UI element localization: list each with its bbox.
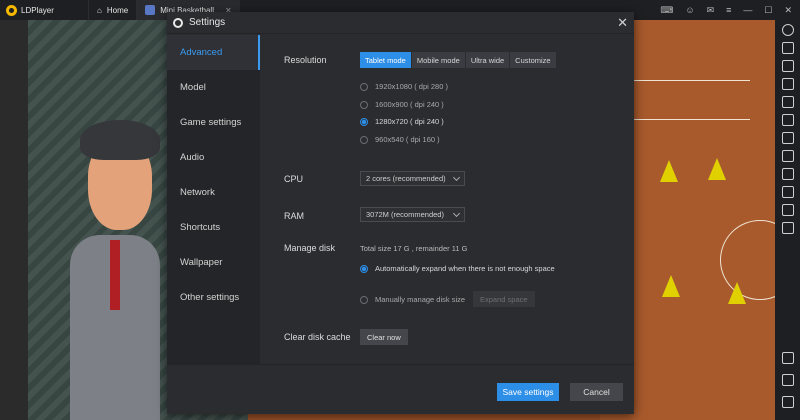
nav-item-network[interactable]: Network — [167, 175, 260, 210]
ram-value: 3072M (recommended) — [366, 210, 444, 219]
clear-cache-label: Clear disk cache — [284, 332, 351, 342]
apk-install-icon[interactable] — [781, 150, 794, 162]
dialog-title: Settings — [189, 17, 226, 28]
window-close-icon[interactable]: ✕ — [784, 5, 792, 16]
settings-content: Resolution Tablet mode Mobile mode Ultra… — [260, 35, 634, 364]
scissors-icon[interactable] — [781, 168, 794, 180]
cone — [660, 160, 678, 182]
save-settings-button[interactable]: Save settings — [497, 383, 559, 401]
window-controls: ⌨ ☺ ✉ ≡ — ☐ ✕ — [660, 5, 800, 16]
character-tie — [110, 240, 120, 310]
record-icon[interactable] — [781, 186, 794, 198]
disk-manual-label: Manually manage disk size — [375, 295, 466, 304]
manage-disk-label: Manage disk — [284, 243, 336, 253]
settings-gear-icon[interactable] — [781, 24, 794, 36]
account-icon[interactable]: ☺ — [685, 5, 694, 15]
screenshot-icon[interactable] — [781, 132, 794, 144]
resolution-mode-selector: Tablet mode Mobile mode Ultra wide Custo… — [360, 52, 557, 68]
radio-icon — [360, 135, 368, 144]
tab-home[interactable]: ⌂ Home — [88, 0, 136, 20]
app-name: LDPlayer — [21, 5, 54, 15]
minimize-icon[interactable]: — — [743, 5, 752, 15]
ram-select[interactable]: 3072M (recommended) — [360, 207, 465, 222]
resolution-option-selected[interactable]: 1280x720 ( dpi 240 ) — [360, 117, 444, 126]
ldplayer-logo-icon — [6, 4, 17, 16]
mode-customize-button[interactable]: Customize — [510, 52, 557, 68]
nav-item-wallpaper[interactable]: Wallpaper — [167, 245, 260, 280]
more-icon[interactable] — [781, 222, 794, 234]
nav-item-game-settings[interactable]: Game settings — [167, 105, 260, 140]
resolution-option[interactable]: 1600x900 ( dpi 240 ) — [360, 100, 444, 109]
background-wall — [0, 20, 28, 420]
resolution-option-label: 1280x720 ( dpi 240 ) — [375, 117, 444, 126]
recents-icon[interactable] — [781, 396, 794, 408]
cpu-select[interactable]: 2 cores (recommended) — [360, 171, 465, 186]
settings-dialog: Settings ✕ Advanced Model Game settings … — [167, 12, 634, 414]
chevron-down-icon — [452, 173, 461, 182]
disk-size-info: Total size 17 G , remainder 11 G — [360, 244, 468, 253]
cancel-button[interactable]: Cancel — [570, 383, 623, 401]
disk-manual-option[interactable]: Manually manage disk size — [360, 295, 465, 304]
gear-icon — [173, 17, 183, 28]
ram-label: RAM — [284, 211, 304, 221]
nav-item-other-settings[interactable]: Other settings — [167, 280, 260, 315]
resolution-option[interactable]: 1920x1080 ( dpi 280 ) — [360, 82, 448, 91]
nav-item-shortcuts[interactable]: Shortcuts — [167, 210, 260, 245]
clear-now-button[interactable]: Clear now — [360, 329, 408, 345]
gamepad-icon[interactable]: ⌨ — [660, 5, 673, 16]
expand-space-button[interactable]: Expand space — [473, 291, 535, 307]
resolution-label: Resolution — [284, 55, 327, 65]
mode-ultrawide-button[interactable]: Ultra wide — [465, 52, 511, 68]
nav-item-advanced[interactable]: Advanced — [167, 35, 260, 70]
fullscreen-icon[interactable] — [781, 96, 794, 108]
settings-nav: Advanced Model Game settings Audio Netwo… — [167, 35, 260, 364]
radio-icon — [360, 82, 368, 91]
radio-icon — [360, 100, 368, 109]
court-line — [620, 80, 750, 120]
game-thumbnail-icon — [145, 5, 156, 15]
right-toolbar — [775, 20, 800, 420]
maximize-icon[interactable]: ☐ — [764, 5, 772, 16]
cone — [708, 158, 726, 180]
resolution-option-label: 960x540 ( dpi 160 ) — [375, 135, 440, 144]
android-nav — [781, 352, 794, 420]
cone — [662, 275, 680, 297]
mode-mobile-button[interactable]: Mobile mode — [411, 52, 466, 68]
app-logo[interactable]: LDPlayer — [0, 4, 88, 16]
keyboard-icon[interactable] — [781, 42, 794, 54]
mode-tablet-button[interactable]: Tablet mode — [360, 52, 412, 68]
nav-item-model[interactable]: Model — [167, 70, 260, 105]
volume-down-icon[interactable] — [781, 78, 794, 90]
mail-icon[interactable]: ✉ — [707, 5, 715, 16]
chevron-down-icon — [452, 209, 461, 218]
cone — [728, 282, 746, 304]
multi-instance-icon[interactable] — [781, 204, 794, 216]
resolution-option[interactable]: 960x540 ( dpi 160 ) — [360, 135, 440, 144]
back-icon[interactable] — [781, 352, 794, 364]
rotate-icon[interactable] — [781, 114, 794, 126]
dialog-footer: Save settings Cancel — [167, 364, 634, 414]
nav-item-audio[interactable]: Audio — [167, 140, 260, 175]
home-icon: ⌂ — [97, 5, 102, 15]
dialog-header: Settings — [167, 12, 634, 34]
disk-auto-expand-option[interactable]: Automatically expand when there is not e… — [360, 264, 555, 273]
cpu-label: CPU — [284, 174, 304, 184]
cpu-value: 2 cores (recommended) — [366, 174, 446, 183]
radio-selected-icon — [360, 264, 368, 273]
menu-icon[interactable]: ≡ — [726, 5, 731, 15]
volume-up-icon[interactable] — [781, 60, 794, 72]
tab-home-label: Home — [106, 5, 129, 15]
character-hair — [80, 120, 160, 160]
disk-auto-label: Automatically expand when there is not e… — [375, 264, 555, 273]
android-home-icon[interactable] — [781, 374, 794, 386]
radio-selected-icon — [360, 117, 368, 126]
resolution-option-label: 1600x900 ( dpi 240 ) — [375, 100, 444, 109]
close-icon[interactable]: ✕ — [617, 16, 628, 29]
radio-icon — [360, 295, 368, 304]
resolution-option-label: 1920x1080 ( dpi 280 ) — [375, 82, 448, 91]
